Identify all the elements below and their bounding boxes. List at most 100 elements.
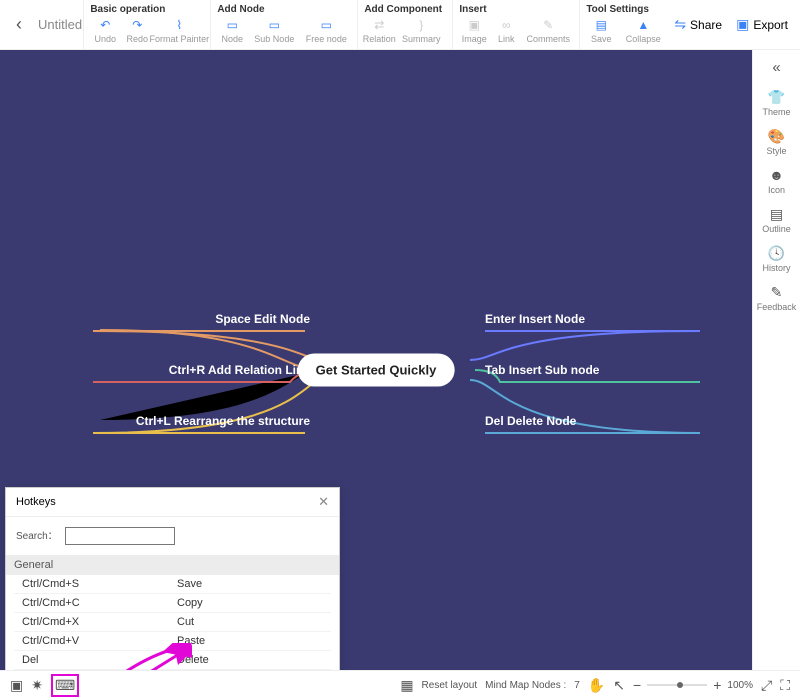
branch-delete-node[interactable]: Del Delete Node: [485, 414, 576, 428]
side-theme-label: Theme: [762, 107, 790, 117]
hotkeys-search-input[interactable]: [65, 527, 175, 545]
redo-icon: ↷: [128, 18, 146, 32]
hotkey-action: Save: [177, 578, 202, 590]
save-icon: ▤: [592, 18, 610, 32]
save-button[interactable]: ▤ Save: [586, 18, 616, 44]
back-button[interactable]: ‹: [8, 14, 30, 35]
sub-node-button[interactable]: ▭ Sub Node: [249, 18, 299, 44]
zoom-value: 100%: [727, 680, 753, 691]
sidepanel-collapse-button[interactable]: «: [753, 50, 800, 84]
hotkey-action: Cut: [177, 616, 194, 628]
toolbar-group-title: Add Node: [217, 4, 351, 15]
collapse-label: Collapse: [626, 34, 661, 44]
hotkey-row: Ctrl/Cmd+XCut: [14, 613, 331, 632]
side-theme-button[interactable]: 👕 Theme: [753, 84, 800, 123]
relation-button[interactable]: ⇄Relation: [364, 18, 394, 44]
format-painter-button[interactable]: ⌇Format Painter: [154, 18, 204, 44]
export-label: Export: [753, 18, 788, 32]
right-sidepanel: « 👕 Theme 🎨Style☻Icon▤Outline🕓History✎Feed…: [752, 50, 800, 670]
share-button[interactable]: ⇋ Share: [674, 16, 722, 33]
hotkey-row: Ctrl/Cmd+VPaste: [14, 632, 331, 651]
hotkeys-title: Hotkeys: [16, 496, 56, 508]
toolbar-group-add-node: Add Node▭Node▭Sub Node▭Free node: [210, 0, 357, 49]
reset-layout-icon[interactable]: ▦: [400, 677, 413, 694]
cursor-tool-icon[interactable]: ↖: [613, 677, 625, 694]
node-button[interactable]: ▭Node: [217, 18, 247, 44]
side-icon-label: Icon: [768, 185, 785, 195]
zoom-controls: − + 100%: [633, 677, 753, 693]
toolbar-group-basic: Basic operation ↶Undo ↷ Redo ⌇Format Painter: [83, 0, 210, 49]
page-title: Untitled: [38, 17, 82, 32]
branch-space-edit[interactable]: Space Edit Node: [215, 312, 310, 326]
keyboard-icon[interactable]: ⌨: [51, 674, 79, 697]
side-style-button[interactable]: 🎨Style: [753, 123, 800, 162]
image-label: Image: [462, 34, 487, 44]
hotkey-action: Copy: [177, 597, 203, 609]
summary-button[interactable]: }Summary: [396, 18, 446, 44]
node-icon: ▭: [223, 18, 241, 32]
link-icon: ∞: [497, 18, 515, 32]
image-button[interactable]: ▣ Image: [459, 18, 489, 44]
sub-node-label: Sub Node: [254, 34, 294, 44]
hotkey-action: Delete: [177, 654, 209, 666]
fullscreen-icon[interactable]: ⛶: [780, 677, 790, 694]
side-outline-button[interactable]: ▤Outline: [753, 201, 800, 240]
nodes-count-label: Mind Map Nodes :: [485, 680, 566, 691]
hotkey-row: Ctrl/Cmd+SSave: [14, 575, 331, 594]
undo-icon: ↶: [96, 18, 114, 32]
theme-icon: 👕: [768, 90, 785, 104]
export-button[interactable]: ▣ Export: [736, 16, 788, 33]
feedback-icon: ✎: [771, 285, 783, 299]
toolbar-group-title: Basic operation: [90, 4, 204, 15]
side-style-label: Style: [766, 146, 786, 156]
side-feedback-button[interactable]: ✎Feedback: [753, 279, 800, 318]
format-painter-label: Format Painter: [150, 34, 210, 44]
save-label: Save: [591, 34, 612, 44]
comments-button[interactable]: ✎Comments: [523, 18, 573, 44]
hand-tool-icon[interactable]: ✋: [588, 677, 605, 694]
side-icon-button[interactable]: ☻Icon: [753, 162, 800, 201]
redo-button[interactable]: ↷ Redo: [122, 18, 152, 44]
collapse-button[interactable]: ▲Collapse: [618, 18, 668, 44]
close-icon[interactable]: ✕: [318, 494, 329, 510]
redo-label: Redo: [127, 34, 149, 44]
link-label: Link: [498, 34, 515, 44]
relation-label: Relation: [363, 34, 396, 44]
nodes-count-value: 7: [574, 680, 580, 691]
toolbar-group-tool-settings: Tool Settings ▤ Save ▲Collapse: [579, 0, 674, 49]
statusbar-icon-1[interactable]: ▣: [10, 677, 23, 694]
image-icon: ▣: [465, 18, 483, 32]
side-history-button[interactable]: 🕓History: [753, 240, 800, 279]
zoom-slider[interactable]: [647, 684, 707, 686]
zoom-in-button[interactable]: +: [713, 677, 721, 693]
summary-icon: }: [412, 18, 430, 32]
mindmap-center-node[interactable]: Get Started Quickly: [298, 354, 455, 387]
branch-rearrange[interactable]: Ctrl+L Rearrange the structure: [136, 414, 310, 428]
settings-icon[interactable]: ✷: [31, 677, 43, 694]
fit-screen-icon[interactable]: ⤢: [761, 677, 772, 694]
hotkey-row: Ctrl/Cmd+CCopy: [14, 594, 331, 613]
mindmap-canvas[interactable]: Get Started Quickly Space Edit Node Ctrl…: [0, 50, 752, 670]
free-node-icon: ▭: [317, 18, 335, 32]
export-icon: ▣: [736, 16, 749, 33]
link-button[interactable]: ∞ Link: [491, 18, 521, 44]
comments-icon: ✎: [539, 18, 557, 32]
toolbar-group-title: Tool Settings: [586, 4, 668, 15]
toolbar: ‹ Untitled Basic operation ↶Undo ↷ Redo ⌇For…: [0, 0, 800, 50]
branch-add-relation[interactable]: Ctrl+R Add Relation Line: [169, 363, 310, 377]
toolbar-group-title: Add Component: [364, 4, 446, 15]
hotkeys-dialog: Hotkeys ✕ Search： General Ctrl/Cmd+SSave…: [5, 487, 340, 670]
branch-insert-subnode[interactable]: Tab Insert Sub node: [485, 363, 599, 377]
history-icon: 🕓: [768, 246, 785, 260]
hotkey-key: Ctrl/Cmd+C: [22, 597, 177, 609]
side-outline-label: Outline: [762, 224, 791, 234]
status-bar: ▣ ✷ ⌨ ▦ Reset layout Mind Map Nodes : 7 …: [0, 670, 800, 699]
sub-node-icon: ▭: [265, 18, 283, 32]
reset-layout-label[interactable]: Reset layout: [422, 680, 478, 691]
branch-insert-node[interactable]: Enter Insert Node: [485, 312, 585, 326]
hotkey-row: DelDelete: [14, 651, 331, 670]
toolbar-group-insert: Insert▣Image∞Link✎Comments: [452, 0, 579, 49]
undo-button[interactable]: ↶Undo: [90, 18, 120, 44]
free-node-button[interactable]: ▭Free node: [301, 18, 351, 44]
zoom-out-button[interactable]: −: [633, 677, 641, 693]
